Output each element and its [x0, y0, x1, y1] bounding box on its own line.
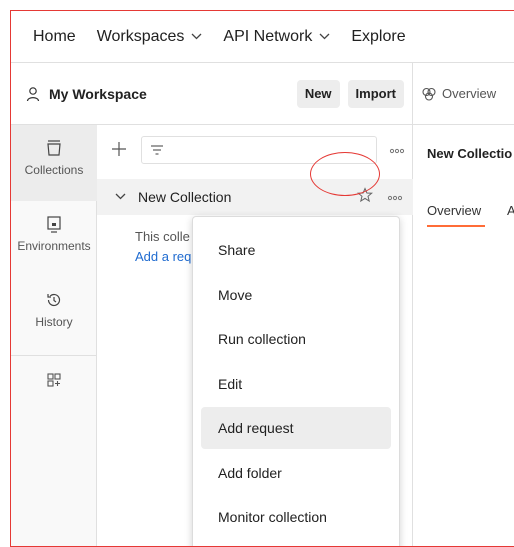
- chevron-down-icon[interactable]: [115, 191, 126, 203]
- active-tab-indicator: [427, 225, 485, 227]
- menu-item-move[interactable]: Move: [201, 274, 391, 316]
- add-request-link[interactable]: Add a req: [135, 249, 191, 264]
- nav-explore-label: Explore: [351, 27, 406, 45]
- nav-api-network-label: API Network: [223, 27, 313, 45]
- chevron-down-icon: [319, 31, 330, 43]
- tab-overview-content[interactable]: Overview: [427, 203, 481, 218]
- add-collection-icon[interactable]: [111, 137, 131, 163]
- history-icon: [47, 293, 61, 307]
- tab-overview[interactable]: Overview: [413, 63, 514, 125]
- menu-item-run-collection[interactable]: Run collection: [201, 318, 391, 360]
- rail-divider: [11, 355, 97, 356]
- sidebar-item-collections[interactable]: Collections: [11, 125, 97, 201]
- top-navigation: Home Workspaces API Network Explore: [11, 11, 514, 63]
- sidebar-item-label: History: [35, 315, 73, 329]
- sidebar-item-configure[interactable]: [11, 371, 97, 411]
- sidebar-item-environments[interactable]: Environments: [11, 201, 97, 277]
- tab-overview-label: Overview: [442, 86, 497, 101]
- add-workbench-icon: [47, 373, 61, 387]
- empty-collection-text: This colle: [135, 229, 190, 244]
- collection-name: New Collection: [138, 189, 232, 205]
- menu-item-monitor-collection[interactable]: Monitor collection: [201, 496, 391, 538]
- menu-item-share[interactable]: Share: [201, 229, 391, 271]
- nav-explore[interactable]: Explore: [351, 28, 405, 46]
- workspace-header: My Workspace New Import: [11, 63, 413, 125]
- tab-authorization[interactable]: A: [507, 203, 514, 218]
- context-menu: Share Move Run collection Edit Add reque…: [192, 216, 400, 546]
- sidebar-item-label: Collections: [24, 163, 84, 177]
- app-window: Home Workspaces API Network Explore My W…: [10, 10, 514, 547]
- sidebar-item-history[interactable]: History: [11, 277, 97, 353]
- collections-icon: [47, 140, 61, 156]
- import-button[interactable]: Import: [347, 79, 404, 108]
- menu-item-add-folder[interactable]: Add folder: [201, 452, 391, 494]
- more-options-icon[interactable]: [389, 143, 405, 157]
- new-button[interactable]: New: [296, 79, 340, 108]
- annotation-circle: [310, 152, 380, 196]
- menu-item-edit[interactable]: Edit: [201, 363, 391, 405]
- sidebar-item-label: Environments: [17, 239, 91, 253]
- chevron-down-icon: [191, 31, 202, 43]
- more-options-icon[interactable]: [387, 190, 403, 204]
- workspace-name[interactable]: My Workspace: [49, 86, 297, 102]
- nav-workspaces-label: Workspaces: [96, 27, 185, 45]
- nav-home-label: Home: [33, 27, 76, 45]
- nav-api-network[interactable]: API Network: [223, 28, 330, 46]
- nav-home[interactable]: Home: [33, 28, 76, 46]
- menu-item-add-request[interactable]: Add request: [201, 407, 391, 449]
- user-icon: [26, 86, 40, 101]
- sidebar-rail: Collections Environments History: [11, 125, 97, 546]
- filter-icon: [151, 145, 163, 155]
- nav-workspaces[interactable]: Workspaces: [97, 28, 203, 46]
- overview-icon: [422, 87, 436, 101]
- environments-icon: [47, 216, 61, 233]
- collection-title: New Collectio: [427, 146, 513, 161]
